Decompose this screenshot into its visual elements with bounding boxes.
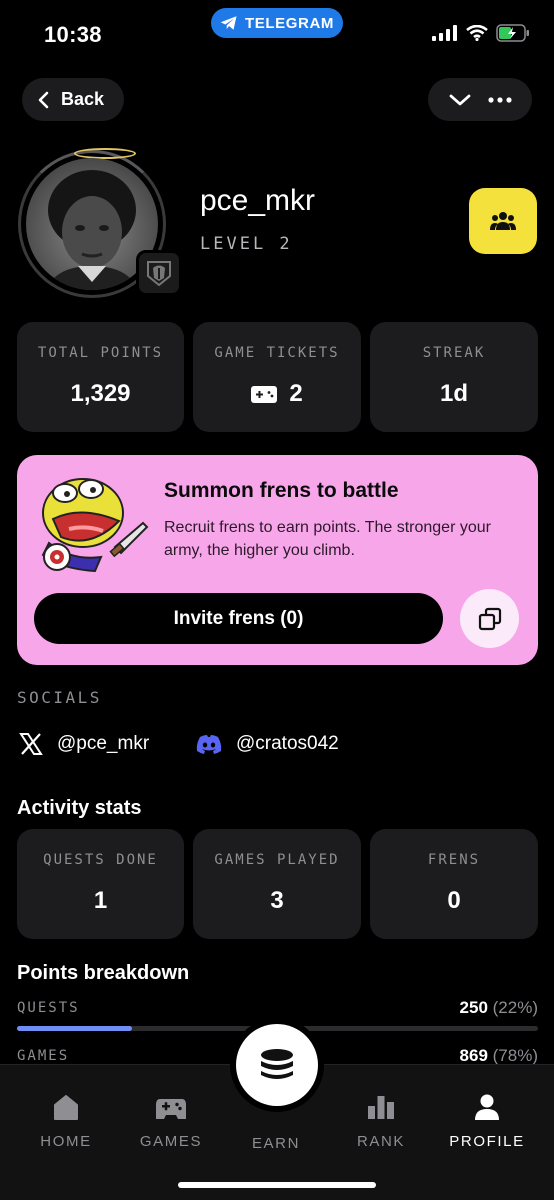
frens-label: FRENS: [427, 852, 481, 868]
back-label: Back: [61, 89, 105, 109]
back-button[interactable]: Back: [22, 78, 124, 121]
activity-stats-heading: Activity stats: [17, 797, 142, 819]
earn-button[interactable]: [236, 1024, 318, 1106]
system-icons: [432, 24, 530, 42]
gamepad-icon: [156, 1099, 186, 1119]
mini-app-menu: [428, 78, 532, 121]
quests-done-label: QUESTS DONE: [43, 852, 158, 868]
total-points-label: TOTAL POINTS: [37, 345, 164, 361]
tab-profile[interactable]: PROFILE: [432, 1093, 542, 1150]
tab-home-label: HOME: [40, 1133, 92, 1150]
signal-icon: [432, 25, 457, 41]
games-points-label: GAMES: [17, 1048, 70, 1064]
pepe-warrior-mascot: [41, 478, 149, 573]
user-icon: [475, 1094, 499, 1120]
x-social-link[interactable]: @pce_mkr: [19, 733, 149, 755]
tab-earn[interactable]: EARN: [221, 1135, 331, 1152]
socials-label: SOCIALS: [17, 688, 102, 707]
quests-points-bar-fill: [17, 1026, 132, 1031]
users-icon: [490, 212, 516, 230]
tab-profile-label: PROFILE: [449, 1133, 525, 1150]
total-points-card: TOTAL POINTS 1,329: [17, 322, 184, 432]
x-handle: @pce_mkr: [57, 733, 150, 754]
quests-done-card: QUESTS DONE 1: [17, 829, 184, 939]
telegram-pill[interactable]: TELEGRAM: [211, 8, 343, 38]
status-time: 10:38: [44, 22, 102, 47]
streak-value: 1d: [439, 380, 468, 407]
tab-games[interactable]: GAMES: [116, 1093, 226, 1150]
copy-link-button[interactable]: [460, 589, 519, 648]
invite-description: Recruit frens to earn points. The strong…: [164, 519, 491, 559]
points-breakdown-heading: Points breakdown: [17, 962, 190, 984]
copy-icon: [478, 607, 501, 630]
x-logo-icon: [19, 733, 43, 755]
invite-title: Summon frens to battle: [164, 479, 399, 502]
streak-label: STREAK: [422, 345, 486, 361]
quests-points-row: QUESTS 250 (22%): [17, 998, 538, 1018]
games-played-value: 3: [270, 887, 284, 914]
coin-stack-icon: [261, 1049, 293, 1079]
invite-banner: Summon frens to battle Recruit frens to …: [17, 455, 538, 665]
total-points-value: 1,329: [70, 380, 131, 407]
streak-card: STREAK 1d: [370, 322, 538, 432]
more-icon[interactable]: [487, 96, 512, 103]
discord-logo-icon: [196, 735, 222, 754]
games-played-label: GAMES PLAYED: [214, 852, 340, 868]
quests-done-value: 1: [93, 887, 108, 914]
rank-badge-icon: [136, 250, 182, 296]
home-indicator: [178, 1182, 376, 1188]
tab-earn-label: EARN: [251, 1135, 301, 1152]
game-tickets-value: 2: [289, 380, 303, 407]
telegram-label: TELEGRAM: [245, 14, 334, 32]
game-tickets-row: 2: [251, 380, 303, 408]
friends-button[interactable]: [469, 188, 537, 254]
discord-handle: @cratos042: [236, 733, 339, 754]
tab-home[interactable]: HOME: [11, 1093, 121, 1150]
quests-points-label: QUESTS: [17, 1000, 80, 1016]
games-played-card: GAMES PLAYED 3: [193, 829, 361, 939]
tab-games-label: GAMES: [139, 1133, 203, 1150]
level-label: LEVEL 2: [200, 234, 293, 254]
tab-rank[interactable]: RANK: [326, 1093, 436, 1150]
home-icon: [54, 1095, 78, 1120]
game-tickets-card: GAME TICKETS 2: [193, 322, 361, 432]
discord-social-link[interactable]: @cratos042: [196, 733, 339, 755]
game-tickets-label: GAME TICKETS: [214, 345, 340, 361]
invite-frens-button[interactable]: Invite frens (0): [34, 593, 443, 644]
games-points-value: 869 (78%): [459, 1046, 538, 1065]
quests-points-value: 250 (22%): [459, 998, 538, 1017]
frens-card: FRENS 0: [370, 829, 538, 939]
wifi-icon: [466, 25, 488, 41]
telegram-icon: [220, 16, 237, 30]
chevron-left-icon: [38, 91, 49, 108]
chevron-down-icon[interactable]: [449, 93, 471, 107]
username: pce_mkr: [200, 184, 316, 217]
ticket-icon: [251, 385, 278, 403]
battery-icon: [496, 24, 529, 42]
status-bar: 10:38 TELEGRAM: [0, 0, 554, 62]
bar-chart-icon: [368, 1096, 394, 1119]
frens-value: 0: [447, 887, 461, 914]
halo-icon: [74, 148, 136, 159]
tab-rank-label: RANK: [356, 1133, 406, 1150]
profile-avatar[interactable]: [18, 148, 182, 298]
